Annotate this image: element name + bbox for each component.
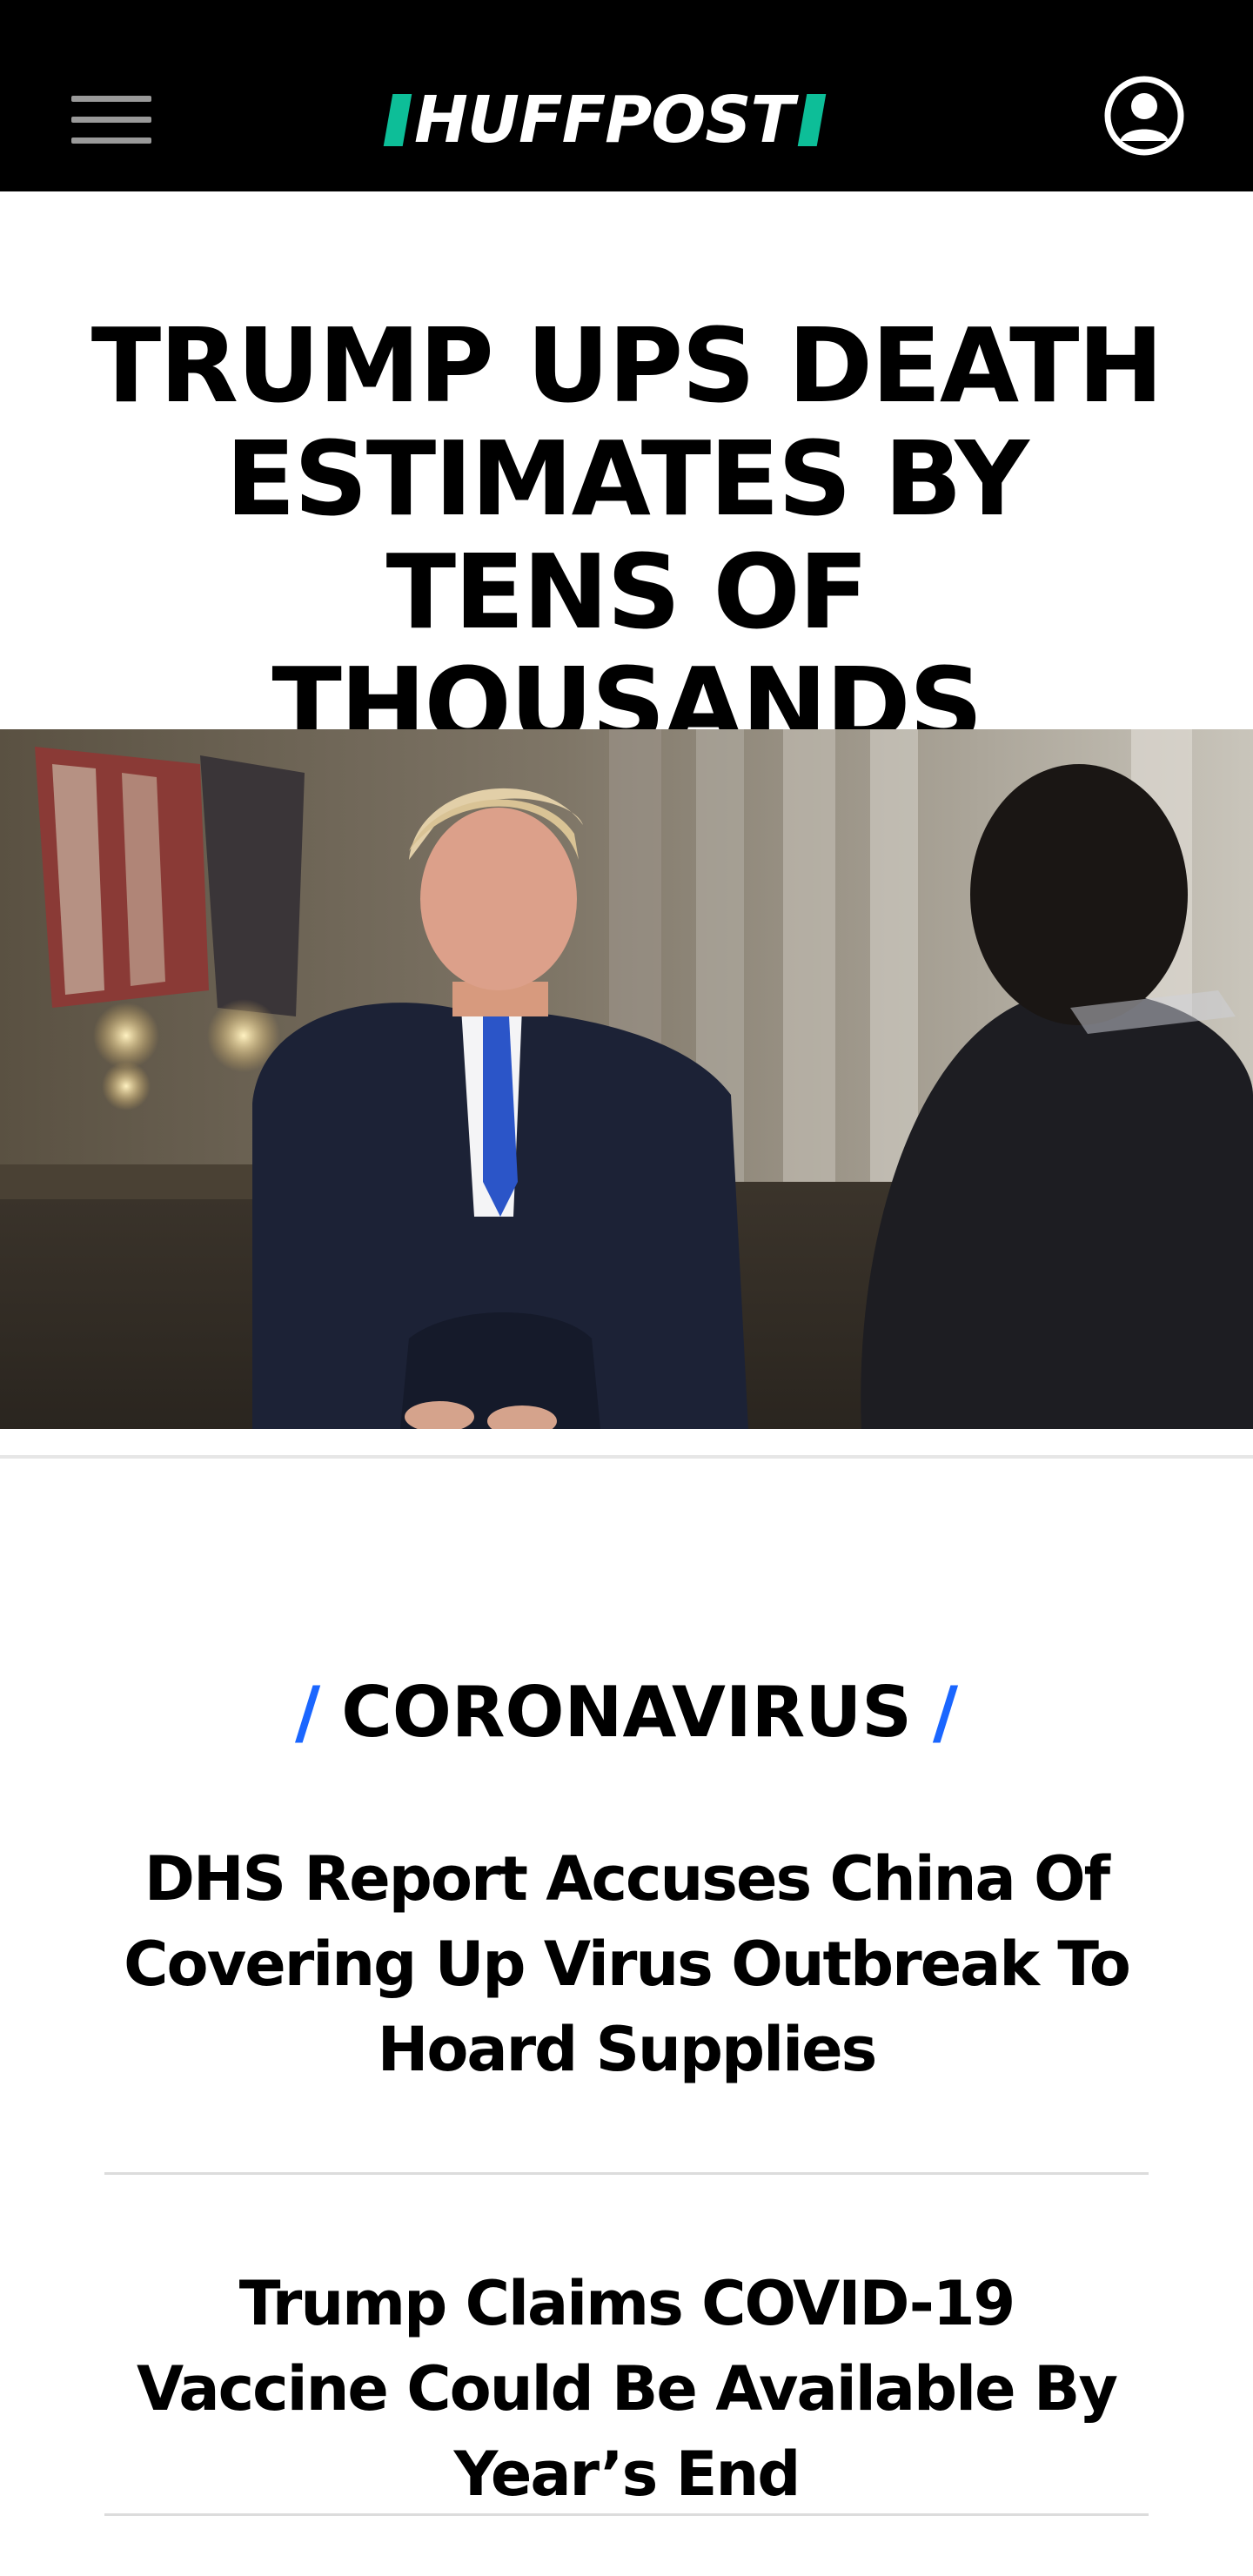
logo-accent-bar (383, 94, 412, 146)
menu-line (71, 117, 151, 123)
story-divider (104, 2513, 1149, 2516)
site-header: HUFFPOST (0, 0, 1253, 191)
logo-text: HUFFPOST (414, 83, 794, 158)
menu-line (71, 138, 151, 144)
logo-accent-bar (797, 94, 827, 146)
hero-photo-illustration (0, 729, 1253, 1429)
top-story-image[interactable] (0, 729, 1253, 1429)
section-name: CORONAVIRUS (341, 1672, 912, 1753)
section-divider (0, 1455, 1253, 1459)
user-account-icon[interactable] (1103, 75, 1185, 157)
section-slash-right: / (932, 1672, 959, 1753)
section-slash-left: / (294, 1672, 321, 1753)
top-story-headline[interactable]: TRUMP UPS DEATH ESTIMATES BY TENS OF THO… (87, 309, 1166, 761)
huffpost-logo[interactable]: HUFFPOST (383, 83, 827, 158)
story-headline-link[interactable]: Trump Claims COVID-19 Vaccine Could Be A… (104, 2261, 1149, 2517)
hamburger-menu-icon[interactable] (71, 96, 151, 148)
user-account-icon-graphic (1104, 76, 1184, 156)
menu-line (71, 96, 151, 102)
section-header[interactable]: / CORONAVIRUS / (0, 1669, 1253, 1756)
story-headline-link[interactable]: DHS Report Accuses China Of Covering Up … (104, 1836, 1149, 2092)
story-divider (104, 2172, 1149, 2175)
